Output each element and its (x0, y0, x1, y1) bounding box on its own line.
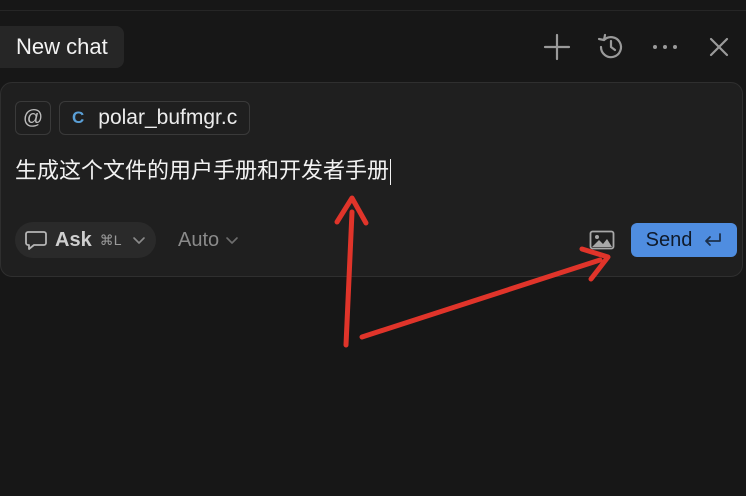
c-file-icon: C (72, 108, 85, 127)
image-icon (589, 230, 615, 250)
tab-new-chat-label: New chat (16, 34, 108, 59)
chat-header: New chat (0, 24, 746, 70)
mode-selector[interactable]: Ask ⌘L (15, 222, 156, 258)
ellipsis-icon (653, 45, 677, 49)
prompt-input[interactable]: 生成这个文件的用户手册和开发者手册 (15, 153, 392, 185)
top-divider (0, 10, 746, 11)
mention-button[interactable]: @ (15, 101, 51, 135)
chevron-down-icon (132, 237, 145, 244)
attached-file-chip[interactable]: C polar_bufmgr.c (59, 101, 251, 135)
text-caret (390, 159, 392, 185)
header-actions (530, 24, 746, 70)
attached-file-name: polar_bufmgr.c (98, 106, 238, 129)
new-chat-button[interactable] (530, 24, 584, 70)
plus-icon (543, 33, 571, 61)
close-icon (709, 37, 729, 57)
send-label: Send (645, 228, 693, 251)
chat-composer: @ C polar_bufmgr.c 生成这个文件的用户手册和开发者手册 Ask… (0, 82, 743, 277)
more-button[interactable] (638, 24, 692, 70)
history-button[interactable] (584, 24, 638, 70)
prompt-text: 生成这个文件的用户手册和开发者手册 (15, 159, 390, 184)
model-selector[interactable]: Auto (178, 222, 239, 258)
mode-shortcut: ⌘L (99, 231, 122, 248)
send-button[interactable]: Send (631, 223, 737, 257)
tab-new-chat[interactable]: New chat (0, 26, 124, 68)
mode-label: Ask (55, 228, 92, 251)
enter-icon (705, 233, 722, 246)
chat-bubble-icon (25, 231, 47, 250)
mention-symbol: @ (22, 106, 44, 129)
history-icon (597, 33, 623, 59)
model-label: Auto (178, 228, 220, 251)
close-button[interactable] (692, 24, 746, 70)
chevron-down-icon (226, 237, 238, 244)
attach-image-button[interactable] (589, 229, 615, 251)
